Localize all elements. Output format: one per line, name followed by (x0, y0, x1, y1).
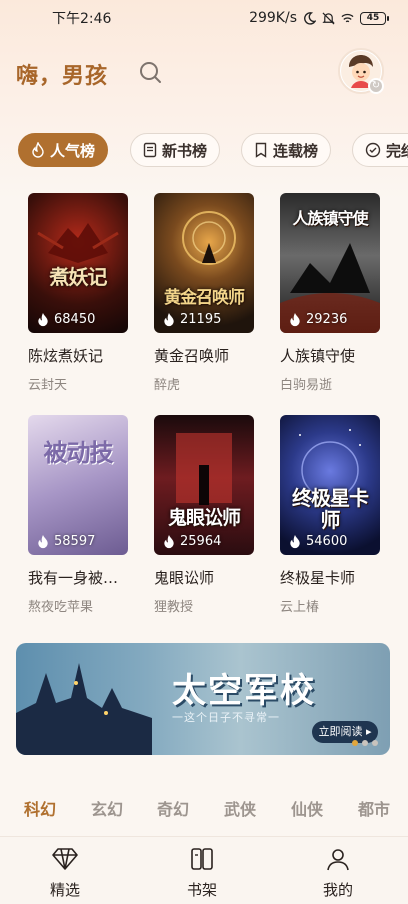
book-cover[interactable]: 黄金召唤师 21195 (154, 193, 254, 333)
popularity-count: 29236 (288, 312, 347, 327)
wifi-icon (341, 13, 354, 22)
count-value: 21195 (180, 312, 222, 327)
bookshelf-icon (191, 848, 213, 870)
popularity-count: 58597 (36, 534, 95, 549)
book-title[interactable]: 人族镇守使 (280, 345, 384, 366)
check-icon (365, 142, 381, 158)
flame-icon (164, 534, 174, 549)
battery-indicator: 45 (360, 11, 389, 25)
book-card[interactable]: 鬼眼讼师 25964 鬼眼讼师 狸教授 (154, 415, 254, 615)
flame-icon (32, 142, 44, 158)
flame-icon (164, 312, 174, 327)
book-cover[interactable]: 煮妖记 68450 (28, 193, 128, 333)
count-value: 29236 (306, 312, 348, 327)
book-title[interactable]: 鬼眼讼师 (154, 567, 258, 588)
header: 嗨，男孩 ↻ (0, 48, 408, 100)
nav-featured[interactable]: 精选 (25, 847, 105, 900)
book-icon (143, 142, 157, 158)
ranking-tabs: 人气榜 新书榜 连载榜 完结榜 (18, 133, 408, 167)
flame-icon (38, 534, 48, 549)
category-xianxia[interactable]: 仙侠 (291, 796, 323, 820)
banner-title: 太空军校 (172, 671, 316, 711)
book-author: 白驹易逝 (280, 378, 333, 393)
book-card[interactable]: 终极星卡师 54600 终极星卡师 云上椿 (280, 415, 380, 615)
book-title[interactable]: 终极星卡师 (280, 567, 384, 588)
book-cover[interactable]: 终极星卡师 54600 (280, 415, 380, 555)
popularity-count: 68450 (36, 312, 95, 327)
carousel-indicator (352, 740, 378, 746)
tab-completed[interactable]: 完结榜 (352, 133, 408, 167)
category-scifi[interactable]: 科幻 (24, 796, 56, 820)
book-card[interactable]: 被动技 58597 我有一身被动技 熬夜吃苹果 (28, 415, 132, 615)
status-time: 下午2:46 (52, 11, 112, 27)
book-title[interactable]: 我有一身被动技 (28, 567, 132, 588)
category-tabs: 科幻 玄幻 奇幻 武侠 仙侠 都市 (0, 796, 408, 820)
cover-title: 煮妖记 (49, 265, 108, 289)
search-icon (140, 62, 161, 83)
search-button[interactable] (136, 58, 166, 88)
bookmark-icon (255, 142, 267, 158)
book-title[interactable]: 黄金召唤师 (154, 345, 258, 366)
book-card[interactable]: 煮妖记 68450 陈炫煮妖记 云封天 (28, 193, 128, 393)
carousel-dot[interactable] (352, 740, 358, 746)
book-author: 醉虎 (154, 378, 181, 393)
read-now-label: 立即阅读 (318, 725, 363, 738)
popularity-count: 21195 (162, 312, 221, 327)
tab-label: 连载榜 (273, 141, 319, 160)
cover-title: 被动技 (43, 438, 114, 467)
banner-subtitle: 一这个日子不寻常一 (172, 711, 280, 724)
category-wuxia[interactable]: 武侠 (224, 796, 256, 820)
tab-label: 新书榜 (162, 141, 208, 160)
tab-popular[interactable]: 人气榜 (18, 133, 109, 167)
count-value: 68450 (54, 312, 96, 327)
bottom-nav: 精选 书架 我的 (0, 836, 408, 904)
book-cover[interactable]: 鬼眼讼师 25964 (154, 415, 254, 555)
carousel-dot[interactable] (362, 740, 368, 746)
tab-new[interactable]: 新书榜 (130, 133, 221, 167)
diamond-icon (52, 848, 78, 870)
cover-title: 鬼眼讼师 (167, 507, 241, 529)
book-cover[interactable]: 被动技 58597 (28, 415, 128, 555)
book-author: 熬夜吃苹果 (28, 600, 94, 615)
category-fantasy[interactable]: 奇幻 (157, 796, 189, 820)
sync-icon: ↻ (368, 78, 384, 94)
nav-bookshelf[interactable]: 书架 (162, 847, 242, 900)
flame-icon (38, 312, 48, 327)
popularity-count: 54600 (288, 534, 347, 549)
network-speed: 299K/s (249, 10, 297, 26)
book-card[interactable]: 人族镇守使 29236 人族镇守使 白驹易逝 (280, 193, 380, 393)
tab-label: 人气榜 (50, 141, 96, 160)
book-author: 狸教授 (154, 600, 194, 615)
book-title[interactable]: 陈炫煮妖记 (28, 345, 132, 366)
promo-banner[interactable]: 太空军校 一这个日子不寻常一 立即阅读 ▸ (16, 643, 390, 755)
nav-label: 我的 (322, 881, 353, 899)
cover-title: 人族镇守使 (292, 209, 368, 228)
status-bar: 下午2:46 299K/s 45 (0, 0, 408, 36)
book-cover[interactable]: 人族镇守使 29236 (280, 193, 380, 333)
category-urban[interactable]: 都市 (358, 796, 390, 820)
carousel-dot[interactable] (372, 740, 378, 746)
tab-label: 完结榜 (386, 141, 408, 160)
count-value: 58597 (54, 534, 96, 549)
avatar[interactable]: ↻ (338, 48, 384, 94)
count-value: 54600 (306, 534, 348, 549)
popularity-count: 25964 (162, 534, 221, 549)
flame-icon (290, 312, 300, 327)
moon-icon (304, 11, 316, 25)
greeting-text: 嗨，男孩 (16, 63, 109, 89)
tab-serial[interactable]: 连载榜 (241, 133, 332, 167)
category-xuanhuan[interactable]: 玄幻 (91, 796, 123, 820)
book-author: 云封天 (28, 378, 68, 393)
flame-icon (290, 534, 300, 549)
profile-icon (327, 849, 349, 871)
book-author: 云上椿 (280, 600, 320, 615)
mute-icon (322, 12, 335, 24)
nav-profile[interactable]: 我的 (298, 847, 378, 900)
count-value: 25964 (180, 534, 222, 549)
nav-label: 书架 (186, 881, 217, 899)
nav-label: 精选 (49, 881, 80, 899)
cover-title: 终极星卡师 (292, 486, 369, 532)
book-card[interactable]: 黄金召唤师 21195 黄金召唤师 醉虎 (154, 193, 254, 393)
cover-title: 黄金召唤师 (164, 288, 245, 308)
